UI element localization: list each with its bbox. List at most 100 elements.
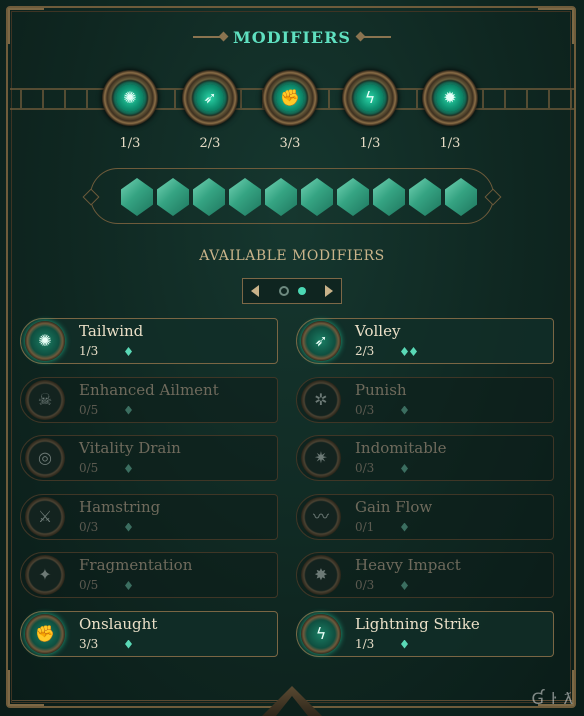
page-title-text: MODIFIERS [233, 28, 351, 47]
equipped-slot[interactable]: ➶ 2/3 [182, 70, 238, 151]
gem-icon [301, 178, 333, 216]
diamond-pip-icon [125, 347, 132, 356]
modifier-icon-frame: ⚔ [25, 496, 65, 537]
slot-medallion[interactable]: ϟ [342, 70, 398, 126]
target-icon: ✲ [314, 389, 328, 409]
next-page-arrow-icon[interactable] [325, 285, 333, 297]
modifier-name: Tailwind [79, 322, 144, 340]
modifier-cost [125, 639, 132, 649]
modifier-row[interactable]: ϟ Lightning Strike 1/3 [296, 610, 554, 657]
diamond-pip-icon [401, 639, 408, 649]
modifier-row[interactable]: ⚔ Hamstring 0/3 [20, 493, 278, 540]
modifier-cost [125, 522, 132, 532]
diamond-pip-icon [401, 347, 408, 356]
modifier-cost [125, 405, 132, 415]
modifier-row[interactable]: ✺ Tailwind 1/3 [20, 318, 278, 364]
title-ornament-icon [193, 36, 224, 38]
burst-icon: ✹ [436, 84, 464, 112]
slot-count: 1/3 [119, 136, 141, 151]
slot-medallion[interactable]: ✺ [102, 70, 158, 126]
modifier-count: 0/1 [355, 519, 375, 534]
modifier-row[interactable]: ➶ Volley 2/3 [296, 318, 554, 364]
modifier-row[interactable]: ☠ Enhanced Ailment 0/5 [20, 376, 278, 423]
page-title: MODIFIERS [193, 28, 391, 47]
modifier-name: Heavy Impact [355, 556, 461, 574]
modifier-name: Volley [355, 322, 401, 340]
fist-plus-icon: ✊ [35, 623, 55, 643]
slot-medallion[interactable]: ✊ [262, 70, 318, 126]
modifier-count: 0/5 [79, 461, 99, 475]
modifier-name: Enhanced Ailment [79, 380, 219, 399]
modifier-name: Hamstring [79, 497, 161, 516]
page-selector [242, 278, 342, 304]
gem-bar [90, 168, 494, 224]
lightning-strike-icon: ϟ [315, 623, 327, 643]
modifier-row[interactable]: ✲ Punish 0/3 [296, 376, 554, 423]
equipped-slot[interactable]: ✹ 1/3 [422, 70, 478, 151]
modifier-count: 0/5 [79, 402, 99, 417]
equipped-slot[interactable]: ϟ 1/3 [342, 70, 398, 151]
modifier-count: 2/3 [355, 344, 375, 358]
modifier-row[interactable]: 〰 Gain Flow 0/1 [296, 493, 554, 540]
gem-icon [373, 178, 405, 216]
modifier-name: Fragmentation [79, 556, 193, 574]
diamond-pip-icon [401, 522, 408, 532]
slot-count: 2/3 [199, 136, 221, 151]
modifier-row[interactable]: ◎ Vitality Drain 0/5 [20, 435, 278, 481]
equipped-slot[interactable]: ✊ 3/3 [262, 70, 318, 151]
diamond-pip-icon [125, 405, 132, 415]
modifier-icon-frame: ϟ [301, 613, 341, 654]
slot-count: 1/3 [359, 136, 381, 151]
modifier-icon-frame: ✺ [25, 321, 65, 361]
previous-page-arrow-icon[interactable] [251, 285, 259, 297]
modifier-count: 3/3 [79, 636, 99, 651]
sun-shield-icon: ✷ [314, 448, 328, 467]
fist-plus-icon: ✊ [276, 84, 304, 112]
modifier-count: 1/3 [355, 636, 375, 651]
diamond-pip-icon [125, 639, 132, 649]
modifier-name: Lightning Strike [355, 614, 480, 633]
modifier-icon-frame: ✊ [25, 613, 65, 654]
wind-feathers-icon: ✺ [38, 331, 52, 350]
diamond-pip-icon [410, 347, 417, 356]
modifier-icon-frame: 〰 [301, 496, 341, 537]
modifier-name: Gain Flow [355, 497, 433, 516]
modifier-cost [125, 464, 132, 473]
modifier-count: 0/3 [355, 578, 375, 592]
slot-medallion[interactable]: ➶ [182, 70, 238, 126]
gem-icon [193, 178, 225, 216]
gem-icon [157, 178, 189, 216]
gem-icon [409, 178, 441, 216]
slot-medallion[interactable]: ✹ [422, 70, 478, 126]
page-dot-1[interactable] [279, 286, 289, 296]
skull-plus-icon: ☠ [37, 389, 53, 409]
modifier-count: 1/3 [79, 344, 99, 358]
flow-icon: 〰 [312, 506, 329, 526]
modifier-cost [401, 581, 408, 590]
slash-icon: ⚔ [37, 506, 53, 526]
equipped-slot[interactable]: ✺ 1/3 [102, 70, 158, 151]
slot-count: 3/3 [279, 136, 301, 151]
lightning-strike-icon: ϟ [356, 84, 384, 112]
wind-feathers-icon: ✺ [116, 84, 144, 112]
modifier-row[interactable]: ✷ Indomitable 0/3 [296, 435, 554, 481]
modifier-name: Indomitable [355, 439, 447, 457]
gem-icon [229, 178, 261, 216]
title-ornament-icon [360, 36, 391, 38]
available-modifiers-title: AVAILABLE MODIFIERS [199, 248, 385, 264]
modifier-row[interactable]: ✊ Onslaught 3/3 [20, 610, 278, 657]
modifier-row[interactable]: ✸ Heavy Impact 0/3 [296, 552, 554, 598]
modifier-cost [125, 347, 132, 356]
modifier-cost [401, 405, 408, 415]
modifier-row[interactable]: ✦ Fragmentation 0/5 [20, 552, 278, 598]
volley-arrows-icon: ➶ [196, 84, 224, 112]
modifier-icon-frame: ◎ [25, 438, 65, 478]
slot-count: 1/3 [439, 136, 461, 151]
diamond-pip-icon [125, 581, 132, 590]
modifier-count: 0/5 [79, 578, 99, 592]
gem-icon [337, 178, 369, 216]
gem-icon [445, 178, 477, 216]
header: MODIFIERS [0, 28, 584, 47]
page-dot-2[interactable] [298, 287, 306, 295]
modifier-icon-frame: ☠ [25, 379, 65, 420]
